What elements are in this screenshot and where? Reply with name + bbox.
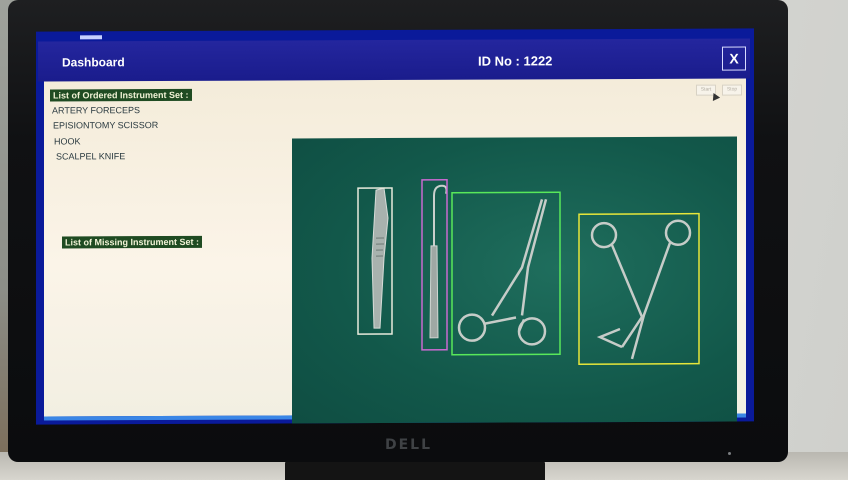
missing-list-heading: List of Missing Instrument Set : (62, 235, 203, 249)
dashboard-content: List of Ordered Instrument Set : ARTERY … (44, 78, 746, 425)
close-button[interactable]: X (722, 46, 746, 71)
artery-forceps-icon (457, 199, 548, 346)
ordered-item: SCALPEL KNIFE (56, 151, 126, 162)
hook-icon (429, 184, 448, 339)
screen: Dashboard ID No : 1222 X List of Ordered… (36, 28, 754, 425)
taskbar-indicator (80, 35, 102, 40)
window-titlebar: Dashboard ID No : 1222 X (38, 38, 750, 82)
ordered-item: ARTERY FORECEPS (52, 105, 141, 116)
mouse-cursor-icon (709, 91, 721, 101)
ordered-list-heading: List of Ordered Instrument Set : (50, 88, 192, 102)
episiotomy-scissor-icon (590, 219, 692, 360)
ordered-item: HOOK (54, 136, 81, 147)
detection-overlay (357, 179, 700, 365)
stop-button[interactable]: Stop (722, 84, 742, 96)
power-led (728, 452, 731, 455)
ordered-item: EPISIONTOMY SCISSOR (53, 120, 159, 131)
scalpel-knife-icon (371, 187, 389, 329)
window-title: Dashboard (62, 55, 125, 70)
detection-box-episiotomy-scissor (578, 212, 700, 365)
id-number: ID No : 1222 (478, 53, 553, 69)
camera-feed (292, 136, 737, 425)
monitor-brand-logo: DELL (385, 437, 433, 453)
